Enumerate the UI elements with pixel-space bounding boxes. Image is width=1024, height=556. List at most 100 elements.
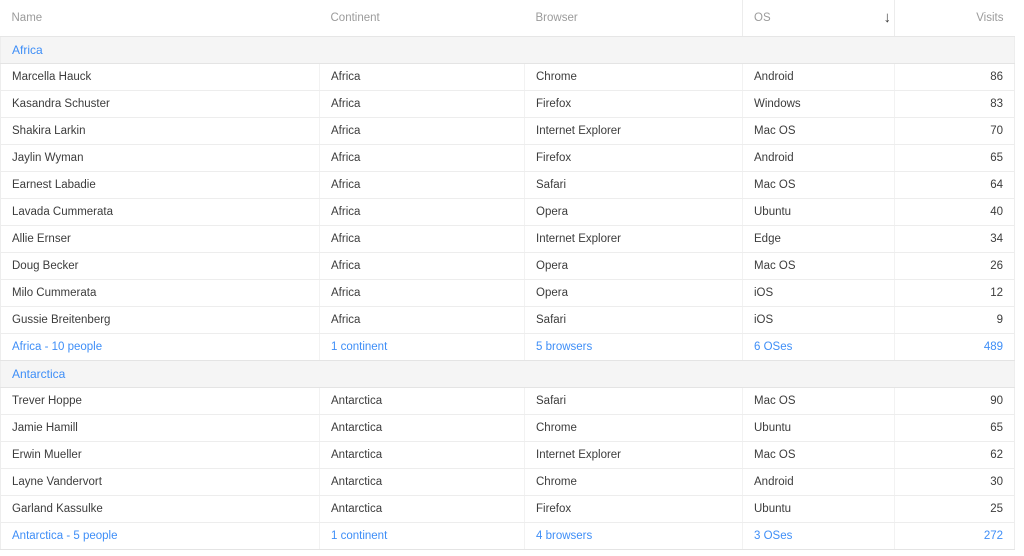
- summary-browser: 4 browsers: [524, 522, 743, 550]
- cell-visits: 70: [894, 117, 1015, 145]
- cell-os: Mac OS: [742, 252, 895, 280]
- cell-os: Android: [742, 144, 895, 172]
- cell-name: Marcella Hauck: [0, 63, 320, 91]
- cell-browser: Firefox: [524, 495, 743, 523]
- cell-browser: Safari: [524, 306, 743, 334]
- cell-visits: 9: [894, 306, 1015, 334]
- table-row[interactable]: Shakira Larkin Africa Internet Explorer Mac…: [0, 117, 1015, 145]
- table-row[interactable]: Allie Ernser Africa Internet Explorer Edge 3…: [0, 225, 1015, 253]
- cell-visits: 65: [894, 414, 1015, 442]
- group-summary-row[interactable]: Africa - 10 people 1 continent 5 browsers 6…: [0, 333, 1015, 361]
- group-summary-row[interactable]: Antarctica - 5 people 1 continent 4 browse…: [0, 522, 1015, 550]
- table-row[interactable]: Jamie Hamill Antarctica Chrome Ubuntu 65: [0, 414, 1015, 442]
- cell-name: Garland Kassulke: [0, 495, 320, 523]
- summary-visits: 272: [894, 522, 1015, 550]
- cell-name: Layne Vandervort: [0, 468, 320, 496]
- grid-body: Africa Marcella Hauck Africa Chrome Android 8…: [0, 35, 1015, 550]
- cell-continent: Africa: [319, 144, 525, 172]
- cell-os: Mac OS: [742, 171, 895, 199]
- column-header-visits[interactable]: Visits: [894, 0, 1015, 37]
- cell-os: Android: [742, 468, 895, 496]
- cell-os: Ubuntu: [742, 414, 895, 442]
- cell-os: Mac OS: [742, 387, 895, 415]
- table-row[interactable]: Jaylin Wyman Africa Firefox Android 65: [0, 144, 1015, 172]
- cell-browser: Internet Explorer: [524, 117, 743, 145]
- summary-browser: 5 browsers: [524, 333, 743, 361]
- column-header-os-sort[interactable]: OS ↓: [742, 0, 895, 37]
- cell-continent: Africa: [319, 90, 525, 118]
- summary-name: Africa - 10 people: [0, 333, 320, 361]
- summary-name: Antarctica - 5 people: [0, 522, 320, 550]
- cell-continent: Africa: [319, 198, 525, 226]
- summary-visits: 489: [894, 333, 1015, 361]
- column-header-browser[interactable]: Browser: [524, 0, 743, 37]
- cell-name: Erwin Mueller: [0, 441, 320, 469]
- cell-continent: Antarctica: [319, 414, 525, 442]
- cell-name: Earnest Labadie: [0, 171, 320, 199]
- summary-os: 3 OSes: [742, 522, 895, 550]
- cell-visits: 40: [894, 198, 1015, 226]
- cell-continent: Africa: [319, 63, 525, 91]
- cell-continent: Antarctica: [319, 441, 525, 469]
- summary-continent: 1 continent: [319, 333, 525, 361]
- cell-name: Jamie Hamill: [0, 414, 320, 442]
- table-row[interactable]: Garland Kassulke Antarctica Firefox Ubuntu 2…: [0, 495, 1015, 523]
- cell-browser: Firefox: [524, 144, 743, 172]
- table-row[interactable]: Doug Becker Africa Opera Mac OS 26: [0, 252, 1015, 280]
- cell-name: Allie Ernser: [0, 225, 320, 253]
- cell-continent: Antarctica: [319, 468, 525, 496]
- cell-visits: 62: [894, 441, 1015, 469]
- group-header-row[interactable]: Antarctica: [0, 359, 1015, 388]
- cell-visits: 65: [894, 144, 1015, 172]
- cell-visits: 30: [894, 468, 1015, 496]
- summary-os: 6 OSes: [742, 333, 895, 361]
- header-row: Name Continent Browser OS ↓ Visits: [0, 0, 1015, 37]
- cell-browser: Safari: [524, 171, 743, 199]
- column-header-name[interactable]: Name: [0, 0, 320, 37]
- cell-visits: 34: [894, 225, 1015, 253]
- cell-visits: 26: [894, 252, 1015, 280]
- cell-os: iOS: [742, 279, 895, 307]
- arrow-down-icon[interactable]: ↓: [884, 10, 892, 25]
- column-header-continent[interactable]: Continent: [319, 0, 525, 37]
- table-row[interactable]: Lavada Cummerata Africa Opera Ubuntu 40: [0, 198, 1015, 226]
- table-row[interactable]: Earnest Labadie Africa Safari Mac OS 64: [0, 171, 1015, 199]
- cell-continent: Africa: [319, 117, 525, 145]
- cell-visits: 64: [894, 171, 1015, 199]
- cell-browser: Chrome: [524, 63, 743, 91]
- cell-browser: Internet Explorer: [524, 225, 743, 253]
- table-row[interactable]: Trever Hoppe Antarctica Safari Mac OS 90: [0, 387, 1015, 415]
- table-row[interactable]: Marcella Hauck Africa Chrome Android 86: [0, 63, 1015, 91]
- cell-browser: Internet Explorer: [524, 441, 743, 469]
- cell-os: Windows: [742, 90, 895, 118]
- visits-data-grid: Name Continent Browser OS ↓ Visits Afric…: [0, 0, 1015, 550]
- table-row[interactable]: Layne Vandervort Antarctica Chrome Android 3…: [0, 468, 1015, 496]
- table-row[interactable]: Gussie Breitenberg Africa Safari iOS 9: [0, 306, 1015, 334]
- table-row[interactable]: Kasandra Schuster Africa Firefox Windows 83: [0, 90, 1015, 118]
- cell-visits: 86: [894, 63, 1015, 91]
- cell-visits: 83: [894, 90, 1015, 118]
- cell-browser: Firefox: [524, 90, 743, 118]
- cell-visits: 90: [894, 387, 1015, 415]
- cell-browser: Opera: [524, 279, 743, 307]
- cell-visits: 25: [894, 495, 1015, 523]
- cell-browser: Chrome: [524, 414, 743, 442]
- table-row[interactable]: Erwin Mueller Antarctica Internet Explorer…: [0, 441, 1015, 469]
- cell-os: Android: [742, 63, 895, 91]
- cell-os: Edge: [742, 225, 895, 253]
- group-title: Africa: [0, 35, 1015, 64]
- column-header-os-label: OS: [754, 11, 771, 24]
- data-grid-container: Name Continent Browser OS ↓ Visits Afric…: [0, 0, 1015, 550]
- cell-os: Ubuntu: [742, 198, 895, 226]
- cell-continent: Africa: [319, 252, 525, 280]
- cell-os: Mac OS: [742, 441, 895, 469]
- cell-browser: Opera: [524, 252, 743, 280]
- cell-browser: Opera: [524, 198, 743, 226]
- cell-name: Trever Hoppe: [0, 387, 320, 415]
- cell-continent: Antarctica: [319, 387, 525, 415]
- cell-continent: Africa: [319, 306, 525, 334]
- cell-continent: Africa: [319, 225, 525, 253]
- group-header-row[interactable]: Africa: [0, 35, 1015, 64]
- table-row[interactable]: Milo Cummerata Africa Opera iOS 12: [0, 279, 1015, 307]
- cell-browser: Safari: [524, 387, 743, 415]
